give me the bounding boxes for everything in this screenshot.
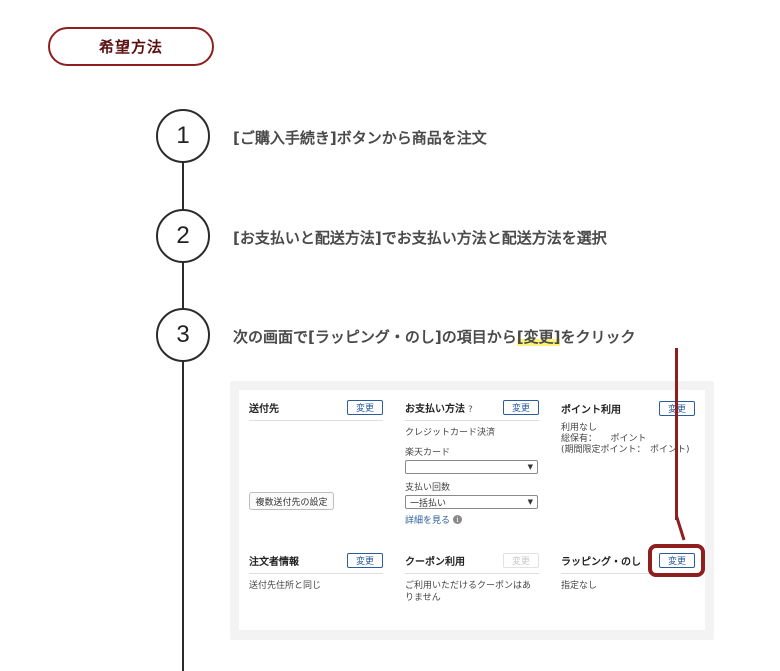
wrapping-title: ラッピング・のし	[561, 557, 641, 568]
chevron-down-icon: ▼	[527, 463, 533, 471]
orderer-header: 注文者情報 変更	[249, 553, 383, 574]
shipping-title: 送付先	[249, 404, 279, 415]
callout-arrow-line	[675, 348, 678, 520]
coupon-body: ご利用いただけるクーポンはありません	[405, 581, 532, 603]
shipping-cell: 送付先 変更	[249, 400, 383, 421]
orderer-title: 注文者情報	[249, 557, 299, 568]
step-2-text: [お支払いと配送方法]でお支払い方法と配送方法を選択	[233, 227, 607, 248]
coupon-cell: クーポン利用 変更 ご利用いただけるクーポンはありません	[405, 553, 539, 604]
section-title-label: 希望方法	[98, 38, 163, 56]
payment-title: お支払い方法	[405, 404, 465, 415]
step-2-circle: 2	[156, 209, 210, 263]
coupon-change-button: 変更	[503, 553, 539, 568]
coupon-header: クーポン利用 変更	[405, 553, 539, 574]
orderer-body: 送付先住所と同じ	[249, 581, 322, 591]
step-1-text: [ご購入手続き]ボタンから商品を注文	[233, 127, 487, 148]
points-title: ポイント利用	[561, 404, 621, 416]
section-title-pill: 希望方法	[48, 27, 214, 66]
step-3-text: 次の画面で[ラッピング・のし]の項目から[変更]をクリック	[233, 326, 635, 347]
installment-label: 支払い回数	[405, 483, 451, 493]
help-icon[interactable]: ?	[468, 405, 473, 415]
payment-method: クレジットカード決済	[405, 428, 496, 438]
card-label: 楽天カード	[405, 448, 451, 458]
info-icon: i	[453, 515, 463, 524]
step-2-text-main: [お支払いと配送方法]でお支払い方法と配送方法を選択	[233, 229, 607, 247]
step-3-text-end: をクリック	[560, 328, 636, 346]
orderer-change-button[interactable]: 変更	[347, 553, 383, 568]
details-link[interactable]: 詳細を見る i	[405, 513, 539, 526]
step-2-number: 2	[176, 222, 190, 249]
card-select[interactable]: ▼	[405, 460, 538, 474]
installment-select-value: 一括払い	[410, 498, 447, 509]
step-1-circle: 1	[156, 109, 210, 163]
orderer-cell: 注文者情報 変更 送付先住所と同じ	[249, 553, 383, 592]
step-3-circle: 3	[156, 308, 210, 362]
coupon-title: クーポン利用	[405, 557, 465, 568]
details-link-label: 詳細を見る	[405, 516, 451, 526]
step-1-text-main: [ご購入手続き]ボタンから商品を注文	[233, 129, 487, 147]
payment-change-button[interactable]: 変更	[503, 400, 539, 415]
shipping-change-button[interactable]: 変更	[347, 400, 383, 415]
callout-arrow-head	[675, 516, 686, 541]
chevron-down-icon: ▼	[527, 498, 533, 506]
shipping-header: 送付先 変更	[249, 400, 383, 421]
order-settings-panel: 送付先 変更 複数送付先の設定 お支払い方法? 変更 クレジットカード決済 楽天…	[230, 381, 714, 640]
step-3-highlight: [変更]	[516, 328, 561, 346]
wrapping-change-highlight-box	[648, 544, 705, 577]
installment-select[interactable]: 一括払い ▼	[405, 495, 538, 509]
payment-header: お支払い方法? 変更	[405, 400, 539, 421]
wrapping-body: 指定なし	[561, 581, 598, 591]
payment-cell: お支払い方法? 変更 クレジットカード決済 楽天カード ▼ 支払い回数 一括払い…	[405, 400, 539, 526]
step-3-text-main: 次の画面で[ラッピング・のし]の項目から	[233, 328, 517, 346]
multi-destination-button[interactable]: 複数送付先の設定	[249, 492, 334, 510]
order-settings-card: 送付先 変更 複数送付先の設定 お支払い方法? 変更 クレジットカード決済 楽天…	[239, 390, 705, 630]
step-1-number: 1	[176, 122, 190, 149]
step-3-number: 3	[176, 321, 190, 348]
